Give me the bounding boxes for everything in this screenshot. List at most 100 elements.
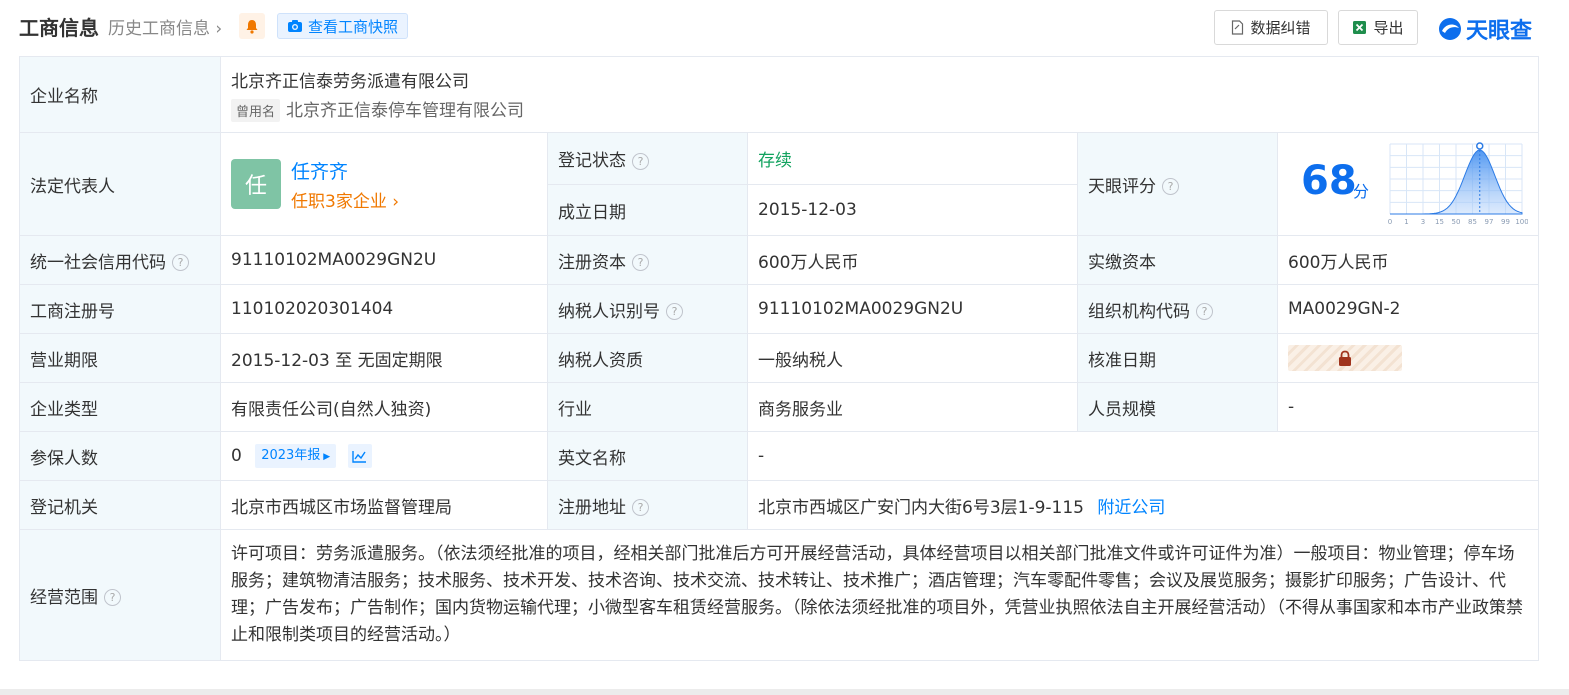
score-label-cell: 天眼评分? bbox=[1077, 132, 1278, 236]
chart-tick-label: 1 bbox=[1404, 218, 1408, 226]
score-value: 68 bbox=[1301, 158, 1357, 204]
question-circle-icon[interactable]: ? bbox=[632, 152, 649, 170]
taxpayer-type: 一般纳税人 bbox=[747, 333, 1078, 383]
score-distribution-chart: 0 1 3 15 50 85 97 99 100 bbox=[1388, 142, 1528, 226]
paid-capital-label: 实缴资本 bbox=[1077, 235, 1278, 285]
taxpayer-id: 91110102MA0029GN2U bbox=[747, 284, 1078, 334]
insured-label: 参保人数 bbox=[19, 431, 221, 481]
credit-code-label-cell: 统一社会信用代码? bbox=[19, 235, 221, 285]
reg-no: 110102020301404 bbox=[220, 284, 548, 334]
view-snapshot-button[interactable]: 查看工商快照 bbox=[277, 13, 409, 39]
business-term: 2015-12-03 至 无固定期限 bbox=[220, 333, 548, 383]
org-code-label: 组织机构代码 bbox=[1088, 301, 1190, 322]
avatar[interactable]: 任 bbox=[231, 159, 281, 209]
insured-count: 0 bbox=[231, 446, 242, 466]
industry-label: 行业 bbox=[547, 382, 748, 432]
locked-field[interactable] bbox=[1288, 345, 1402, 371]
data-correction-button[interactable]: 数据纠错 bbox=[1214, 10, 1328, 45]
paid-capital: 600万人民币 bbox=[1276, 235, 1540, 285]
former-name-row: 曾用名 北京齐正信泰停车管理有限公司 bbox=[231, 96, 1528, 123]
registration-authority: 北京市西城区市场监督管理局 bbox=[220, 480, 548, 530]
table-row: 工商注册号 110102020301404 纳税人识别号? 91110102MA… bbox=[19, 284, 1540, 334]
score-unit: 分 bbox=[1353, 182, 1370, 201]
export-button[interactable]: 导出 bbox=[1338, 10, 1418, 45]
insured-cell: 0 2023年报 ▶ bbox=[220, 431, 548, 481]
trend-chart-button[interactable] bbox=[347, 444, 372, 468]
export-label: 导出 bbox=[1373, 19, 1404, 37]
follow-bell-button[interactable] bbox=[239, 13, 265, 39]
question-circle-icon[interactable]: ? bbox=[104, 589, 121, 606]
question-circle-icon[interactable]: ? bbox=[172, 254, 189, 271]
view-snapshot-label: 查看工商快照 bbox=[308, 17, 399, 36]
company-name-cell: 北京齐正信泰劳务派遣有限公司 曾用名 北京齐正信泰停车管理有限公司 bbox=[219, 56, 1540, 133]
industry: 商务服务业 bbox=[747, 382, 1078, 432]
chart-tick-label: 50 bbox=[1452, 218, 1461, 226]
taxpayer-type-label: 纳税人资质 bbox=[547, 333, 748, 383]
former-name: 北京齐正信泰停车管理有限公司 bbox=[286, 100, 525, 121]
annual-report-button[interactable]: 2023年报 ▶ bbox=[255, 444, 337, 468]
founded-date: 2015-12-03 bbox=[747, 184, 1078, 236]
approval-date-cell bbox=[1276, 333, 1540, 383]
org-code-label-cell: 组织机构代码? bbox=[1077, 284, 1278, 334]
annual-report-label: 2023年报 bbox=[261, 448, 321, 463]
history-info-link[interactable]: 历史工商信息 › bbox=[108, 14, 222, 39]
table-row: 参保人数 0 2023年报 ▶ 英文名称 - bbox=[19, 431, 1540, 481]
question-circle-icon[interactable]: ? bbox=[1196, 303, 1213, 320]
table-row: 登记机关 北京市西城区市场监督管理局 注册地址? 北京市西城区广安门内大街6号3… bbox=[19, 480, 1540, 530]
legal-rep-cell: 任 任齐齐 任职3家企业 › bbox=[220, 132, 548, 236]
score-cell[interactable]: 68 分 0 1 3 15 50 85 97 99 100 bbox=[1276, 132, 1540, 236]
company-type-label: 企业类型 bbox=[19, 382, 221, 432]
chart-tick-label: 3 bbox=[1421, 218, 1425, 226]
question-circle-icon[interactable]: ? bbox=[632, 254, 649, 271]
section-title: 工商信息 bbox=[19, 16, 99, 40]
chart-tick-label: 100 bbox=[1515, 218, 1528, 226]
reg-status-label-cell: 登记状态? bbox=[547, 132, 748, 185]
brand-logo-text: 天眼查 bbox=[1466, 19, 1533, 44]
english-name: - bbox=[746, 431, 1540, 481]
staff-size: - bbox=[1276, 382, 1540, 432]
chart-tick-label: 97 bbox=[1485, 218, 1494, 226]
chevron-right-icon: › bbox=[386, 191, 400, 212]
term-label: 营业期限 bbox=[19, 333, 221, 383]
business-scope: 许可项目：劳务派遣服务。（依法须经批准的项目，经相关部门批准后方可开展经营活动，… bbox=[219, 529, 1540, 661]
scope-label-cell: 经营范围? bbox=[19, 529, 221, 661]
question-circle-icon[interactable]: ? bbox=[666, 303, 683, 320]
registered-address: 北京市西城区广安门内大街6号3层1-9-115 bbox=[758, 497, 1084, 518]
table-row: 经营范围? 许可项目：劳务派遣服务。（依法须经批准的项目，经相关部门批准后方可开… bbox=[19, 529, 1540, 661]
score-marker bbox=[1476, 142, 1484, 150]
chart-tick-label: 99 bbox=[1501, 218, 1510, 226]
page-scroll-edge bbox=[0, 689, 1569, 695]
score-label: 天眼评分 bbox=[1088, 176, 1156, 197]
table-row: 法定代表人 任 任齐齐 任职3家企业 › 登记状态? 存续 天眼评分? 68 分… bbox=[19, 132, 1540, 236]
question-circle-icon[interactable]: ? bbox=[1162, 178, 1179, 195]
chart-tick-label: 0 bbox=[1388, 218, 1392, 226]
reg-no-label: 工商注册号 bbox=[19, 284, 221, 334]
section-header: 工商信息 历史工商信息 › 查看工商快照 数据纠错 导出 天眼查 bbox=[0, 0, 1569, 56]
reg-capital: 600万人民币 bbox=[747, 235, 1078, 285]
question-circle-icon[interactable]: ? bbox=[632, 499, 649, 516]
table-row: 企业类型 有限责任公司(自然人独资) 行业 商务服务业 人员规模 - bbox=[19, 382, 1540, 432]
trend-chart-icon bbox=[352, 450, 367, 463]
reg-status-label: 登记状态 bbox=[558, 151, 626, 171]
camera-icon bbox=[288, 20, 302, 32]
chart-tick-label: 85 bbox=[1468, 218, 1477, 226]
bell-icon bbox=[246, 19, 258, 34]
company-name: 北京齐正信泰劳务派遣有限公司 bbox=[231, 71, 469, 92]
staff-size-label: 人员规模 bbox=[1077, 382, 1278, 432]
excel-icon bbox=[1353, 21, 1367, 34]
tianyancha-logo-icon bbox=[1439, 18, 1461, 40]
chart-tick-label: 15 bbox=[1435, 218, 1444, 226]
founded-label: 成立日期 bbox=[547, 184, 748, 236]
reg-capital-label: 注册资本 bbox=[558, 252, 626, 273]
company-type: 有限责任公司(自然人独资) bbox=[220, 382, 548, 432]
address-cell: 北京市西城区广安门内大街6号3层1-9-115 附近公司 bbox=[746, 480, 1540, 530]
company-name-label: 企业名称 bbox=[19, 56, 221, 133]
chevron-right-icon: › bbox=[210, 19, 223, 39]
legal-rep-name[interactable]: 任齐齐 bbox=[291, 157, 399, 184]
legal-rep-label: 法定代表人 bbox=[19, 132, 221, 236]
nearby-companies-link[interactable]: 附近公司 bbox=[1097, 498, 1165, 518]
approval-date-label: 核准日期 bbox=[1077, 333, 1278, 383]
business-info-table: 企业名称 北京齐正信泰劳务派遣有限公司 曾用名 北京齐正信泰停车管理有限公司 法定… bbox=[19, 56, 1540, 661]
legal-rep-positions-link[interactable]: 任职3家企业 › bbox=[291, 187, 399, 212]
brand-logo: 天眼查 bbox=[1437, 13, 1532, 45]
